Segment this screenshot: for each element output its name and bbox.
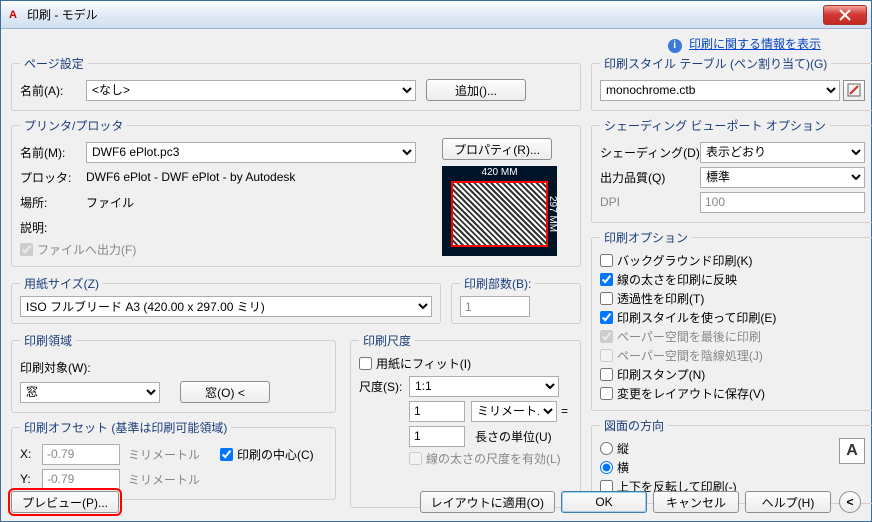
preview-width-label: 420 MM bbox=[451, 167, 548, 178]
plot-area-group: 印刷領域 印刷対象(W): 窓 窓(O) < bbox=[11, 332, 336, 413]
offset-y-unit: ミリメートル bbox=[128, 471, 200, 488]
offset-x-unit: ミリメートル bbox=[128, 446, 200, 463]
paper-size-legend: 用紙サイズ(Z) bbox=[20, 275, 103, 292]
equals-label: = bbox=[557, 404, 572, 418]
copies-legend: 印刷部数(B): bbox=[460, 275, 535, 292]
orient-portrait[interactable]: 縦 bbox=[600, 440, 839, 457]
opt-stamp[interactable]: 印刷スタンプ(N) bbox=[600, 366, 865, 383]
opt-hide-paperspace: ペーパー空間を陰線処理(J) bbox=[600, 347, 865, 364]
scale-lineweights-input bbox=[409, 452, 422, 465]
edit-plot-style-button[interactable] bbox=[843, 80, 865, 101]
page-setup-name-label: 名前(A): bbox=[20, 82, 86, 99]
orientation-legend: 図面の方向 bbox=[600, 417, 668, 434]
pen-table-icon bbox=[847, 83, 861, 97]
printer-legend: プリンタ/プロッタ bbox=[20, 117, 127, 134]
offset-x-input bbox=[42, 444, 120, 465]
learn-link[interactable]: 印刷に関する情報を表示 bbox=[689, 37, 821, 51]
preview-button[interactable]: プレビュー(P)... bbox=[11, 491, 119, 513]
info-icon: i bbox=[668, 39, 682, 53]
page-setup-name-select[interactable]: <なし> bbox=[86, 80, 416, 101]
offset-y-label: Y: bbox=[20, 472, 42, 486]
window-title: 印刷 - モデル bbox=[27, 6, 823, 23]
window-select-button[interactable]: 窓(O) < bbox=[180, 381, 270, 403]
plot-style-table-legend: 印刷スタイル テーブル (ペン割り当て)(G) bbox=[600, 55, 831, 72]
printer-group: プリンタ/プロッタ 名前(M): DWF6 ePlot.pc3 プロッタ: DW… bbox=[11, 117, 581, 267]
opt-save-layout[interactable]: 変更をレイアウトに保存(V) bbox=[600, 385, 865, 402]
dpi-input bbox=[700, 192, 865, 213]
scale-label: 尺度(S): bbox=[359, 378, 409, 395]
close-button[interactable] bbox=[823, 5, 867, 25]
orient-landscape[interactable]: 横 bbox=[600, 459, 839, 476]
opt-paperspace-last: ペーパー空間を最後に印刷 bbox=[600, 328, 865, 345]
opt-background[interactable]: バックグラウンド印刷(K) bbox=[600, 252, 865, 269]
plotter-label: プロッタ: bbox=[20, 169, 86, 186]
plot-to-file-input bbox=[20, 243, 33, 256]
plot-style-table-select[interactable]: monochrome.ctb bbox=[600, 80, 840, 101]
page-setup-group: ページ設定 名前(A): <なし> 追加()... bbox=[11, 55, 581, 111]
printer-properties-button[interactable]: プロパティ(R)... bbox=[442, 138, 552, 160]
opt-plotstyles[interactable]: 印刷スタイルを使って印刷(E) bbox=[600, 309, 865, 326]
opt-lineweights[interactable]: 線の太さを印刷に反映 bbox=[600, 271, 865, 288]
scale-group: 印刷尺度 用紙にフィット(I) 尺度(S): 1:1 bbox=[350, 332, 581, 508]
scale-numerator-input[interactable] bbox=[409, 401, 465, 422]
copies-input bbox=[460, 296, 530, 317]
center-plot-input[interactable] bbox=[220, 448, 233, 461]
page-setup-legend: ページ設定 bbox=[20, 55, 88, 72]
shade-label: シェーディング(D) bbox=[600, 144, 700, 161]
quality-select[interactable]: 標準 bbox=[700, 167, 865, 188]
dpi-label: DPI bbox=[600, 195, 700, 209]
scale-denominator-input[interactable] bbox=[409, 426, 465, 447]
plot-options-legend: 印刷オプション bbox=[600, 229, 692, 246]
where-label: 場所: bbox=[20, 194, 86, 211]
offset-group: 印刷オフセット (基準は印刷可能領域) X: ミリメートル 印刷の中心(C) bbox=[11, 419, 336, 500]
fit-to-paper-input[interactable] bbox=[359, 357, 372, 370]
offset-x-label: X: bbox=[20, 447, 42, 461]
plot-what-select[interactable]: 窓 bbox=[20, 382, 160, 403]
scale-lineweights-checkbox: 線の太さの尺度を有効(L) bbox=[409, 450, 572, 467]
fit-to-paper-checkbox[interactable]: 用紙にフィット(I) bbox=[359, 355, 572, 372]
where-value: ファイル bbox=[86, 194, 134, 211]
quality-label: 出力品質(Q) bbox=[600, 169, 700, 186]
plot-style-table-group: 印刷スタイル テーブル (ペン割り当て)(G) monochrome.ctb bbox=[591, 55, 872, 111]
titlebar: A 印刷 - モデル bbox=[1, 1, 871, 29]
cancel-button[interactable]: キャンセル bbox=[653, 491, 739, 513]
paper-preview: 420 MM 297 MM bbox=[442, 166, 557, 256]
offset-legend: 印刷オフセット (基準は印刷可能領域) bbox=[20, 419, 231, 436]
paper-size-select[interactable]: ISO フルブリード A3 (420.00 x 297.00 ミリ) bbox=[20, 296, 432, 317]
preview-area bbox=[451, 181, 548, 247]
collapse-button[interactable]: < bbox=[839, 491, 861, 513]
opt-transparency[interactable]: 透過性を印刷(T) bbox=[600, 290, 865, 307]
printer-name-label: 名前(M): bbox=[20, 144, 86, 161]
desc-label: 説明: bbox=[20, 219, 86, 236]
plot-dialog: A 印刷 - モデル i 印刷に関する情報を表示 ページ設定 名前(A): <な… bbox=[0, 0, 872, 522]
offset-y-input bbox=[42, 469, 120, 490]
ok-button[interactable]: OK bbox=[561, 491, 647, 513]
scale-legend: 印刷尺度 bbox=[359, 332, 415, 349]
plotter-value: DWF6 ePlot - DWF ePlot - by Autodesk bbox=[86, 170, 295, 184]
add-page-setup-button[interactable]: 追加()... bbox=[426, 79, 526, 101]
paper-size-group: 用紙サイズ(Z) ISO フルブリード A3 (420.00 x 297.00 … bbox=[11, 275, 441, 324]
app-icon: A bbox=[5, 7, 21, 23]
scale-select[interactable]: 1:1 bbox=[409, 376, 559, 397]
drawing-unit-label: 長さの単位(U) bbox=[475, 428, 552, 445]
close-icon bbox=[839, 9, 851, 21]
shaded-viewport-legend: シェーディング ビューポート オプション bbox=[600, 117, 830, 134]
chevron-left-icon: < bbox=[846, 495, 853, 509]
orientation-icon: A bbox=[839, 438, 865, 464]
center-plot-checkbox[interactable]: 印刷の中心(C) bbox=[220, 446, 314, 463]
plot-to-file-checkbox: ファイルへ出力(F) bbox=[20, 241, 442, 258]
printer-name-select[interactable]: DWF6 ePlot.pc3 bbox=[86, 142, 416, 163]
shaded-viewport-group: シェーディング ビューポート オプション シェーディング(D) 表示どおり 出力… bbox=[591, 117, 872, 223]
copies-group: 印刷部数(B): bbox=[451, 275, 581, 324]
plot-area-legend: 印刷領域 bbox=[20, 332, 76, 349]
preview-height-label: 297 MM bbox=[547, 181, 558, 247]
scale-unit-select[interactable]: ミリメートル bbox=[471, 401, 557, 422]
help-button[interactable]: ヘルプ(H) bbox=[745, 491, 831, 513]
apply-to-layout-button[interactable]: レイアウトに適用(O) bbox=[420, 491, 555, 513]
shade-select[interactable]: 表示どおり bbox=[700, 142, 865, 163]
plot-options-group: 印刷オプション バックグラウンド印刷(K) 線の太さを印刷に反映 透過性を印刷(… bbox=[591, 229, 872, 411]
plot-what-label: 印刷対象(W): bbox=[20, 359, 91, 376]
